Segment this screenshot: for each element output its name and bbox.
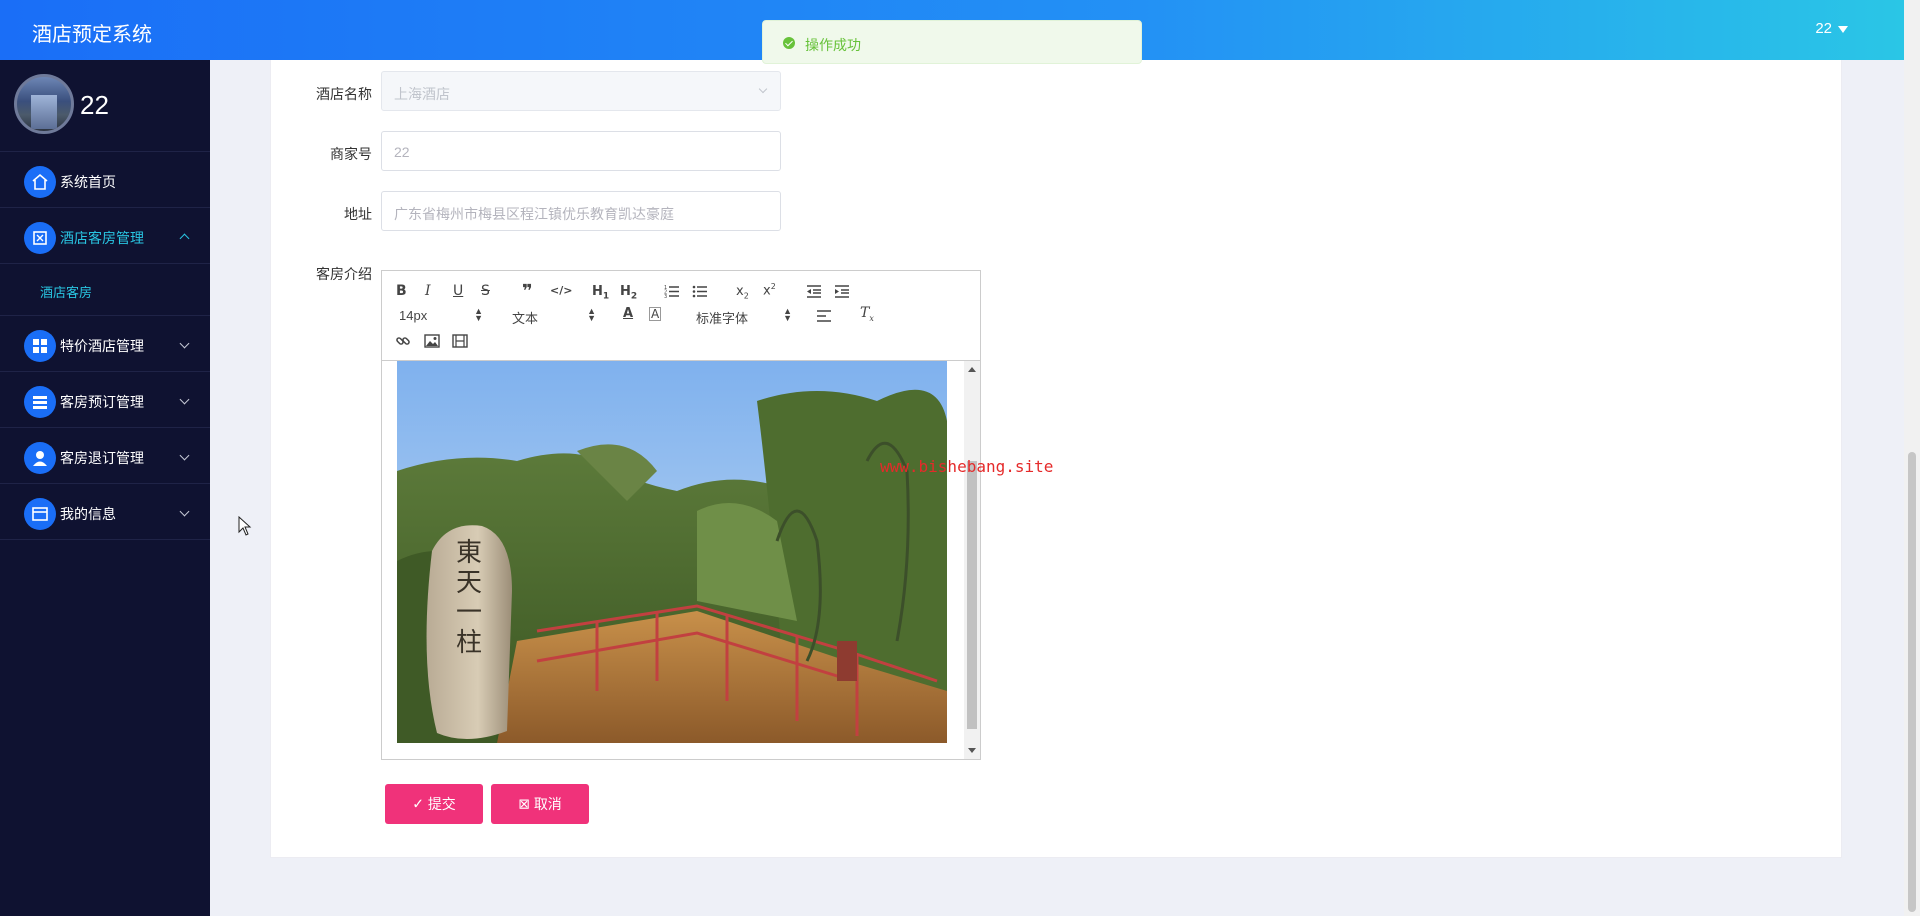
clear-format-icon[interactable]: Tx xyxy=(860,305,874,323)
scroll-up-arrow-icon[interactable] xyxy=(968,367,976,372)
chevron-down-icon xyxy=(179,338,190,349)
sidebar-item-label: 客房退订管理 xyxy=(60,450,144,466)
chevron-up-icon xyxy=(179,233,190,244)
font-size-value: 14px xyxy=(399,308,428,323)
subscript-icon[interactable]: x2 xyxy=(736,284,749,301)
editor-toolbar: B I U S ❞ </> H1 H2 123 x2 x2 14px ▲ ▼ 文本 ▲… xyxy=(382,271,980,361)
text-style-select[interactable]: 文本 ▲ ▼ xyxy=(512,306,596,327)
image-icon[interactable] xyxy=(424,334,440,348)
heading1-icon[interactable]: H1 xyxy=(592,284,609,302)
watermark: www.bishebang.site xyxy=(880,457,1054,476)
card-icon xyxy=(24,498,56,530)
room-intro-label: 客房介绍 xyxy=(316,266,372,282)
sidebar-subitem-hotel-room[interactable]: 酒店客房 xyxy=(0,264,210,316)
avatar xyxy=(14,74,74,134)
svg-text:3: 3 xyxy=(664,294,667,298)
sidebar-username: 22 xyxy=(80,90,109,120)
sidebar-item-label: 客房预订管理 xyxy=(60,394,144,410)
code-block-icon[interactable]: </> xyxy=(550,284,572,297)
bullet-list-icon[interactable] xyxy=(692,284,708,298)
editor-content[interactable]: 東天一柱 xyxy=(382,361,980,759)
submit-label: 提交 xyxy=(427,796,456,812)
strikethrough-icon[interactable]: S xyxy=(481,283,490,299)
user-name: 22 xyxy=(1815,20,1832,37)
success-toast: 操作成功 xyxy=(762,20,1142,64)
merchant-value: 22 xyxy=(394,144,410,160)
caret-down-icon xyxy=(1838,25,1848,33)
app-title: 酒店预定系统 xyxy=(32,24,152,46)
submit-button[interactable]: ✓ 提交 xyxy=(385,784,483,824)
user-menu[interactable]: 22 xyxy=(1815,20,1848,37)
chevron-down-icon xyxy=(179,506,190,517)
select-arrows-icon: ▲ ▼ xyxy=(783,306,792,323)
sidebar-item-special-hotels[interactable]: 特价酒店管理 xyxy=(0,316,210,372)
sidebar-subitem-label: 酒店客房 xyxy=(40,285,93,300)
ordered-list-icon[interactable]: 123 xyxy=(664,284,680,298)
select-arrows-icon: ▲ ▼ xyxy=(587,306,596,323)
scroll-down-arrow-icon[interactable] xyxy=(968,748,976,753)
hotel-name-value: 上海酒店 xyxy=(394,86,450,102)
hotel-icon xyxy=(24,222,56,254)
link-icon[interactable] xyxy=(395,333,411,349)
address-label: 地址 xyxy=(344,206,372,222)
sidebar-item-hotel-rooms[interactable]: 酒店客房管理 xyxy=(0,208,210,264)
check-icon: ✓ xyxy=(412,795,424,812)
grid-icon xyxy=(24,330,56,362)
mouse-cursor-icon xyxy=(238,516,252,536)
page-scrollbar[interactable] xyxy=(1904,0,1920,916)
sidebar-item-label: 系统首页 xyxy=(60,174,116,190)
merchant-field[interactable]: 22 xyxy=(381,131,781,171)
outdent-icon[interactable] xyxy=(806,284,822,298)
hotel-name-label: 酒店名称 xyxy=(316,86,372,102)
sidebar-item-label: 我的信息 xyxy=(60,506,116,522)
hotel-name-select[interactable]: 上海酒店 xyxy=(381,71,781,111)
list-icon xyxy=(24,386,56,418)
home-icon xyxy=(24,166,56,198)
chevron-down-icon xyxy=(758,84,768,94)
font-family-select[interactable]: 标准字体 ▲ ▼ xyxy=(696,306,792,327)
cancel-button[interactable]: ⊠ 取消 xyxy=(491,784,589,824)
font-color-icon[interactable]: A xyxy=(623,306,633,321)
address-value: 广东省梅州市梅县区程江镇优乐教育凯达豪庭 xyxy=(394,206,674,222)
superscript-icon[interactable]: x2 xyxy=(763,282,776,298)
check-circle-icon xyxy=(783,37,795,49)
sidebar-item-cancellation[interactable]: 客房退订管理 xyxy=(0,428,210,484)
merchant-label: 商家号 xyxy=(330,146,372,162)
font-size-select[interactable]: 14px ▲ ▼ xyxy=(399,306,483,324)
room-photo: 東天一柱 xyxy=(397,361,947,743)
editor-scrollbar[interactable] xyxy=(964,361,980,759)
blockquote-icon[interactable]: ❞ xyxy=(522,281,533,302)
page-scrollbar-thumb[interactable] xyxy=(1908,452,1916,912)
italic-icon[interactable]: I xyxy=(425,283,431,299)
address-field[interactable]: 广东省梅州市梅县区程江镇优乐教育凯达豪庭 xyxy=(381,191,781,231)
font-family-value: 标准字体 xyxy=(696,311,749,326)
sidebar-item-home[interactable]: 系统首页 xyxy=(0,152,210,208)
sidebar: 22 系统首页 酒店客房管理 酒店客房 特价酒店管理 客房预订管理 客房退订管理… xyxy=(0,60,210,916)
chevron-down-icon xyxy=(179,394,190,405)
sidebar-item-booking[interactable]: 客房预订管理 xyxy=(0,372,210,428)
bold-icon[interactable]: B xyxy=(396,283,407,299)
rock-inscription: 東天一柱 xyxy=(456,538,482,658)
close-square-icon: ⊠ xyxy=(518,795,530,812)
indent-icon[interactable] xyxy=(834,284,850,298)
underline-icon[interactable]: U xyxy=(453,283,463,299)
select-arrows-icon: ▲ ▼ xyxy=(474,306,483,323)
text-style-value: 文本 xyxy=(512,311,539,326)
sidebar-item-label: 特价酒店管理 xyxy=(60,338,144,354)
align-icon[interactable] xyxy=(816,309,832,323)
background-color-icon[interactable]: A xyxy=(649,307,662,321)
sidebar-item-label: 酒店客房管理 xyxy=(60,230,144,246)
chevron-down-icon xyxy=(179,450,190,461)
cancel-label: 取消 xyxy=(533,796,562,812)
heading2-icon[interactable]: H2 xyxy=(620,284,637,302)
rich-text-editor[interactable]: B I U S ❞ </> H1 H2 123 x2 x2 14px ▲ ▼ 文本 ▲… xyxy=(381,270,981,760)
user-icon xyxy=(24,442,56,474)
toast-message: 操作成功 xyxy=(805,37,861,53)
sidebar-item-my-info[interactable]: 我的信息 xyxy=(0,484,210,540)
sidebar-profile: 22 xyxy=(0,60,210,152)
video-icon[interactable] xyxy=(452,334,468,348)
scrollbar-thumb[interactable] xyxy=(967,461,977,729)
